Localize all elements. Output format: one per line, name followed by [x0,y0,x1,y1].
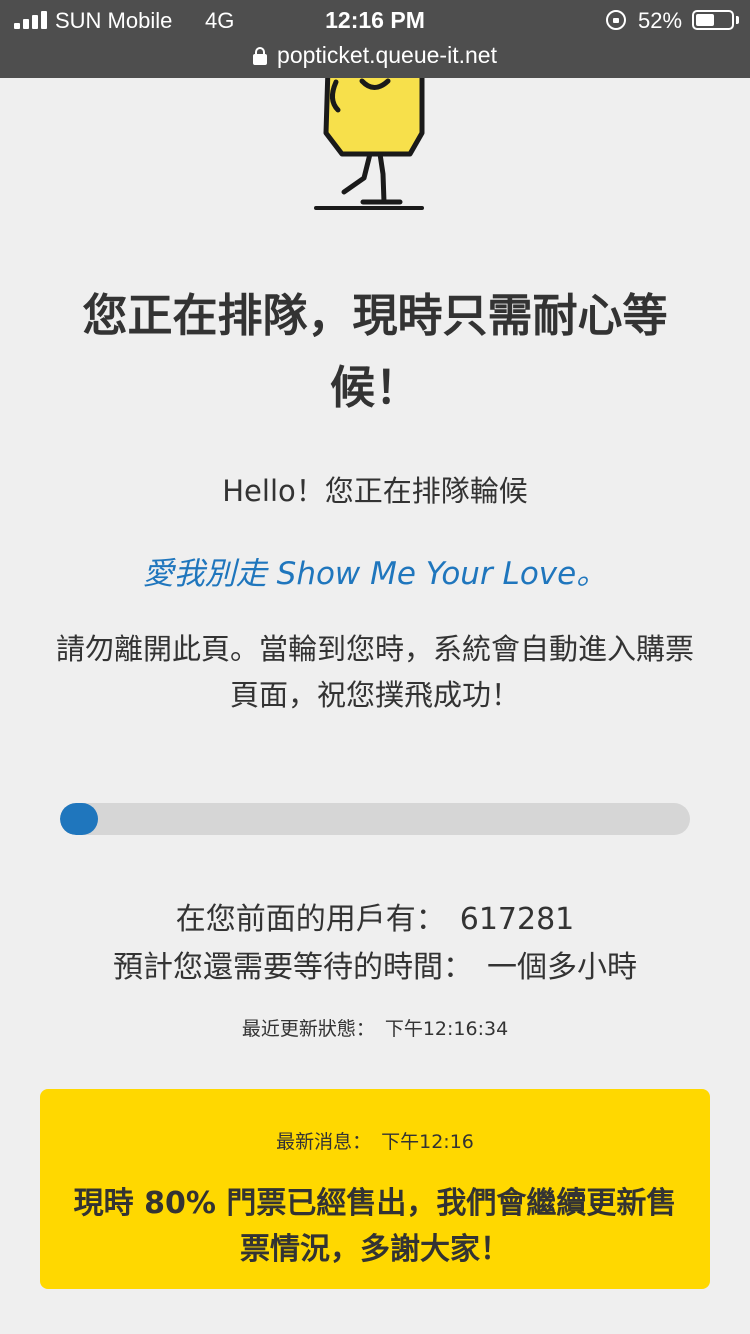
latest-message-box: 最新消息： 下午12:16 現時 80% 門票已經售出，我們會繼續更新售票情況，多… [40,1089,710,1289]
users-ahead-row: 在您前面的用戶有： 617281 [0,896,750,944]
message-label: 最新消息： [276,1131,372,1153]
battery-icon [692,10,734,30]
wait-time-value: 一個多小時 [487,950,637,985]
message-text: 現時 80% 門票已經售出，我們會繼續更新售票情況，多謝大家！ [73,1186,677,1267]
message-header: 最新消息： 下午12:16 [40,1127,710,1154]
message-time: 下午12:16 [381,1131,474,1153]
page-title: 您正在排隊，現時只需耐心等候！ [82,289,668,414]
last-update-label: 最近更新狀態： [241,1018,375,1040]
queue-info: 在您前面的用戶有： 617281 預計您還需要等待的時間： 一個多小時 [0,896,750,992]
instruction-text: 請勿離開此頁。當輪到您時，系統會自動進入購票頁面，祝您撲飛成功！ [55,632,694,712]
status-bar: SUN Mobile 4G 12:16 PM 52% popticket.que… [0,0,750,78]
url-text: popticket.queue-it.net [277,41,497,68]
wait-time-row: 預計您還需要等待的時間： 一個多小時 [0,944,750,992]
battery-level [696,14,714,26]
battery-percent: 52% [638,8,683,33]
users-ahead-value: 617281 [459,902,575,937]
address-bar[interactable]: popticket.queue-it.net [0,38,750,72]
event-name: 愛我別走 Show Me Your Love。 [142,556,608,592]
queue-page: SUN Mobile 4G 12:16 PM 52% popticket.que… [0,0,750,1334]
lock-icon [253,47,268,65]
rotation-lock-icon [606,10,626,30]
last-update-row: 最近更新狀態： 下午12:16:34 [0,1014,750,1041]
queue-progress-bar [60,803,690,835]
greeting-text: Hello！您正在排隊輪候 [222,474,528,508]
users-ahead-label: 在您前面的用戶有： [175,902,446,937]
queue-progress-fill [60,803,98,835]
wait-time-label: 預計您還需要等待的時間： [113,950,473,985]
last-update-time: 下午12:16:34 [384,1018,509,1040]
queue-mascot-illustration [314,78,425,210]
